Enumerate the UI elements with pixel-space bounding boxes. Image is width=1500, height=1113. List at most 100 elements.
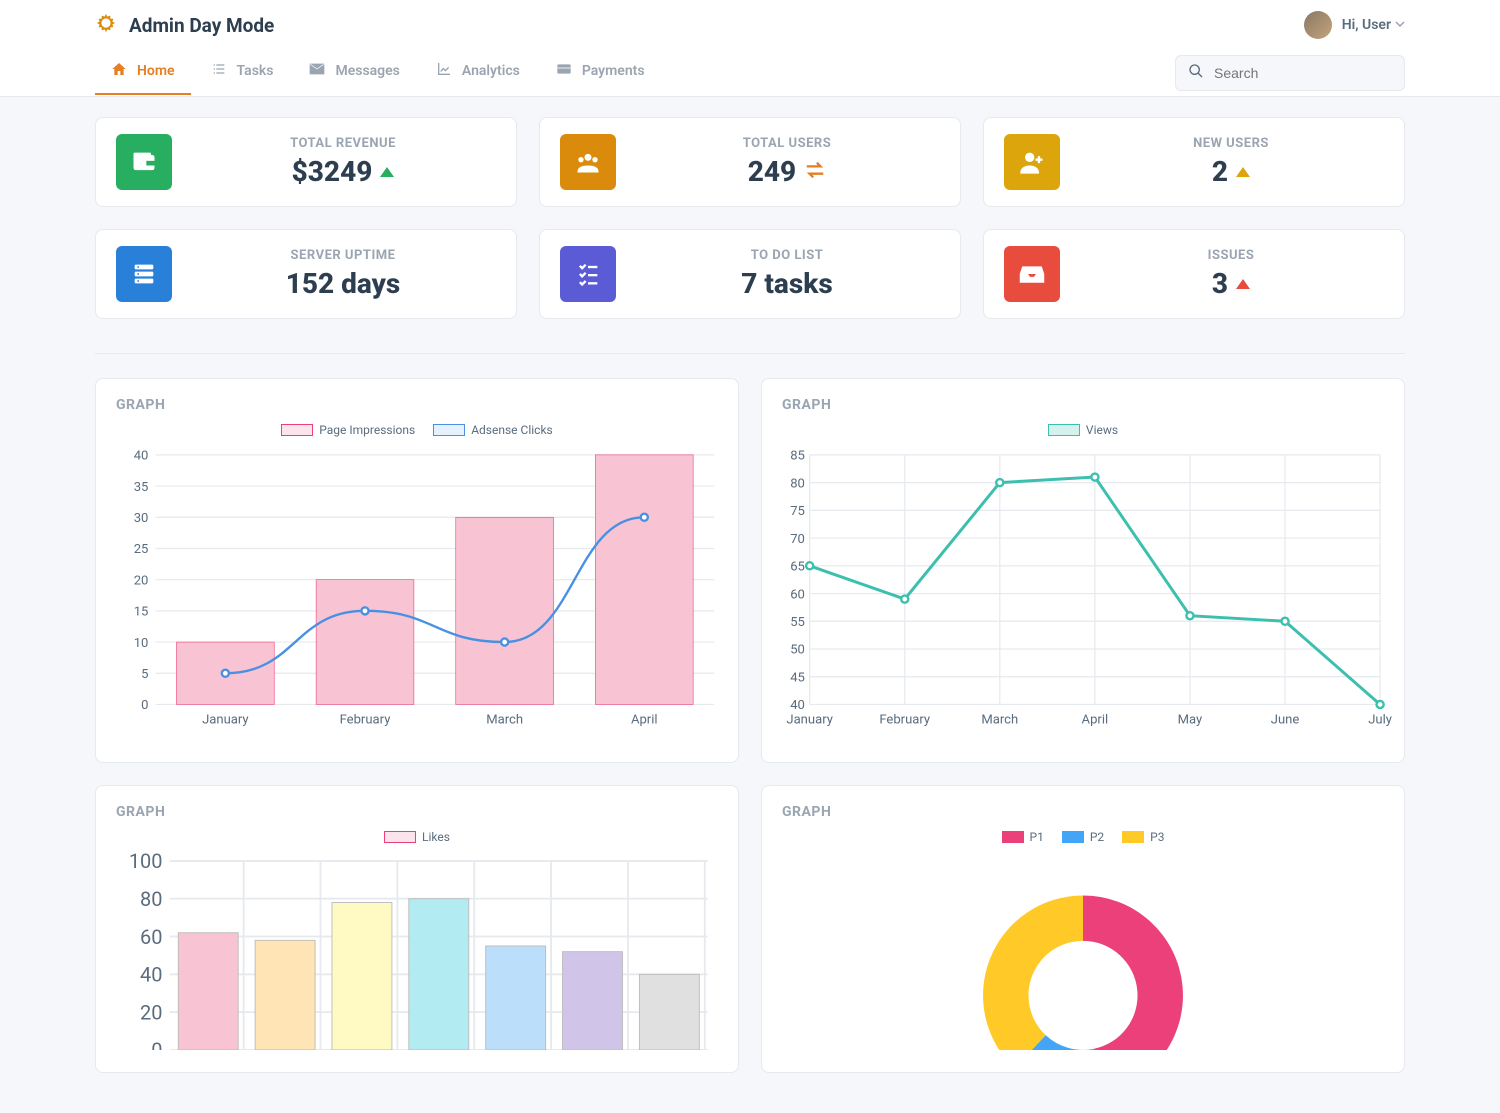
chart-icon <box>436 61 452 81</box>
stats-grid: TOTAL REVENUE $3249 TOTAL USERS 249 <box>95 117 1405 319</box>
chart-canvas <box>774 850 1392 1050</box>
svg-text:February: February <box>340 712 392 727</box>
search-box[interactable] <box>1175 55 1405 91</box>
home-icon <box>111 61 127 81</box>
avatar <box>1304 11 1332 39</box>
credit-card-icon <box>556 61 572 81</box>
svg-text:0: 0 <box>151 1038 162 1050</box>
stat-uptime-value: 152 days <box>286 267 401 300</box>
inbox-icon <box>1004 246 1060 302</box>
legend-label: Views <box>1086 423 1118 437</box>
svg-text:February: February <box>879 712 931 727</box>
svg-text:80: 80 <box>790 476 805 491</box>
brand-title: Admin Day Mode <box>129 14 274 37</box>
nav: Home Tasks Messages Analytics Payments <box>95 51 661 95</box>
svg-text:20: 20 <box>140 1001 162 1025</box>
svg-text:March: March <box>486 712 523 727</box>
search-icon <box>1188 63 1214 83</box>
svg-text:25: 25 <box>134 542 149 557</box>
svg-text:70: 70 <box>790 532 805 547</box>
chart-legend: Likes <box>108 830 726 844</box>
user-menu[interactable]: Hi, User <box>1304 11 1405 39</box>
chart-legend: Page Impressions Adsense Clicks <box>108 423 726 437</box>
chart-canvas: 40 45 50 55 60 65 70 75 80 85 January February March… <box>774 443 1392 740</box>
svg-text:January: January <box>786 712 833 727</box>
stat-uptime-label: SERVER UPTIME <box>190 248 496 263</box>
user-plus-icon <box>1004 134 1060 190</box>
wallet-icon <box>116 134 172 190</box>
caret-up-icon <box>380 167 394 177</box>
stat-newusers: NEW USERS 2 <box>983 117 1405 207</box>
svg-text:50: 50 <box>790 643 805 658</box>
envelope-icon <box>309 61 325 81</box>
svg-text:45: 45 <box>790 670 805 685</box>
chart-title: GRAPH <box>762 786 1404 830</box>
svg-text:40: 40 <box>134 449 149 464</box>
chart-title: GRAPH <box>762 379 1404 423</box>
chart-doughnut: GRAPH P1 P2 P3 <box>761 785 1405 1073</box>
svg-text:June: June <box>1271 712 1300 727</box>
checklist-icon <box>560 246 616 302</box>
gear-sun-icon <box>95 12 117 38</box>
stat-newusers-label: NEW USERS <box>1078 136 1384 151</box>
chart-canvas: 020406080100 <box>108 850 726 1050</box>
stat-users-label: TOTAL USERS <box>634 136 940 151</box>
svg-text:55: 55 <box>790 615 805 630</box>
svg-text:60: 60 <box>790 587 805 602</box>
svg-text:75: 75 <box>790 504 805 519</box>
svg-text:60: 60 <box>140 925 162 949</box>
user-greeting: Hi, User <box>1342 17 1391 33</box>
brand: Admin Day Mode <box>95 12 274 38</box>
svg-text:80: 80 <box>140 887 162 911</box>
chart-legend: P1 P2 P3 <box>774 830 1392 844</box>
svg-text:15: 15 <box>134 605 149 620</box>
svg-text:April: April <box>1082 712 1109 727</box>
stat-todo-value: 7 tasks <box>741 267 832 300</box>
svg-text:July: July <box>1368 712 1392 727</box>
svg-text:40: 40 <box>140 963 162 987</box>
nav-messages-label: Messages <box>335 63 399 79</box>
svg-text:0: 0 <box>141 698 148 713</box>
topbar: Admin Day Mode Hi, User Home Tasks Messa… <box>0 0 1500 97</box>
legend-label: P2 <box>1090 830 1104 844</box>
legend-label: Page Impressions <box>319 423 415 437</box>
stat-users: TOTAL USERS 249 <box>539 117 961 207</box>
legend-label: Likes <box>422 830 450 844</box>
svg-text:April: April <box>631 712 658 727</box>
stat-revenue-label: TOTAL REVENUE <box>190 136 496 151</box>
nav-home[interactable]: Home <box>95 51 191 95</box>
stat-issues-label: ISSUES <box>1078 248 1384 263</box>
nav-payments[interactable]: Payments <box>540 51 661 95</box>
chart-title: GRAPH <box>96 379 738 423</box>
stat-revenue-value: $3249 <box>292 155 373 188</box>
svg-text:65: 65 <box>790 560 805 575</box>
server-icon <box>116 246 172 302</box>
search-input[interactable] <box>1214 65 1395 81</box>
nav-tasks[interactable]: Tasks <box>195 51 290 95</box>
stat-uptime: SERVER UPTIME 152 days <box>95 229 517 319</box>
stat-newusers-value: 2 <box>1212 155 1228 188</box>
legend-label: Adsense Clicks <box>471 423 553 437</box>
nav-payments-label: Payments <box>582 63 645 79</box>
legend-label: P1 <box>1030 830 1044 844</box>
chart-views: GRAPH Views 40 45 50 55 60 65 70 75 80 85 January F… <box>761 378 1405 763</box>
svg-text:March: March <box>981 712 1018 727</box>
chart-impressions: GRAPH Page Impressions Adsense Clicks 05… <box>95 378 739 763</box>
exchange-icon <box>804 155 826 188</box>
svg-text:85: 85 <box>790 449 805 464</box>
nav-analytics[interactable]: Analytics <box>420 51 536 95</box>
chart-legend: Views <box>774 423 1392 437</box>
svg-text:40: 40 <box>790 698 805 713</box>
nav-messages[interactable]: Messages <box>293 51 415 95</box>
chart-title: GRAPH <box>96 786 738 830</box>
nav-analytics-label: Analytics <box>462 63 520 79</box>
chevron-down-icon <box>1395 17 1405 33</box>
stat-todo: TO DO LIST 7 tasks <box>539 229 961 319</box>
svg-text:30: 30 <box>134 511 149 526</box>
svg-text:35: 35 <box>134 480 149 495</box>
nav-tasks-label: Tasks <box>237 63 274 79</box>
caret-up-icon <box>1236 167 1250 177</box>
list-icon <box>211 61 227 81</box>
svg-text:January: January <box>202 712 249 727</box>
svg-text:20: 20 <box>134 573 149 588</box>
